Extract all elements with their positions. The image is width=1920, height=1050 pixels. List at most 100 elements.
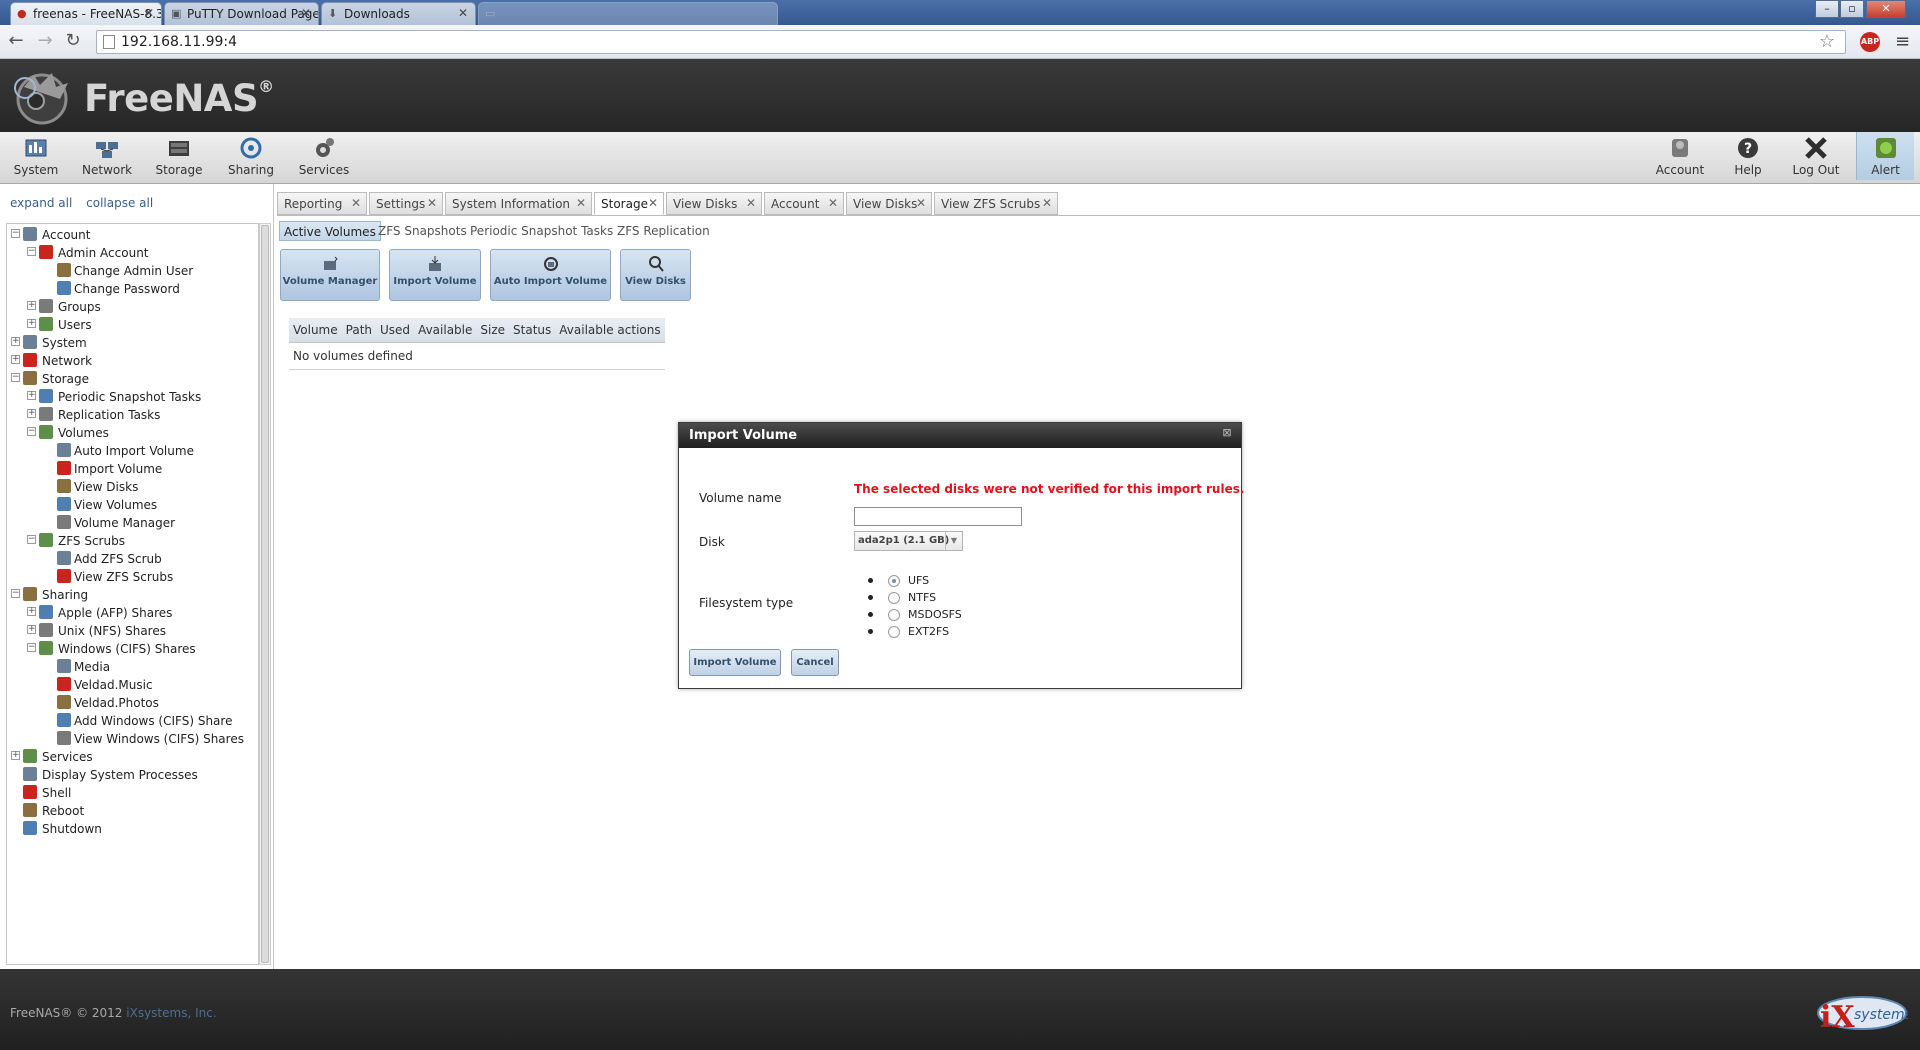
tree-item-label: View Volumes [74,498,158,512]
column-header-size[interactable]: Size [476,318,510,343]
toolbar-storage-button[interactable]: Storage [154,136,204,177]
sub-tab-periodic-snapshot-tasks[interactable]: Periodic Snapshot Tasks [466,221,617,241]
toolbar-label: Help [1734,163,1762,177]
minimize-button[interactable]: – [1815,0,1839,18]
window-close-button[interactable]: ✕ [1866,0,1906,18]
expand-icon[interactable]: + [11,355,20,364]
tree-node-icon [39,425,53,439]
toolbar-help-button[interactable]: ? Help [1726,136,1770,177]
volume-manager-button[interactable]: Volume Manager [280,249,380,301]
collapse-icon[interactable]: − [27,535,36,544]
main-tab-view-zfs-scrubs[interactable]: View ZFS Scrubs ✕ [934,192,1058,215]
main-tab-reporting[interactable]: Reporting ✕ [277,192,367,215]
expand-all-link[interactable]: expand all [10,196,72,210]
reload-icon[interactable]: ↻ [63,31,83,51]
expand-icon[interactable]: + [27,319,36,328]
toolbar-label: Sharing [227,163,275,177]
close-icon[interactable]: ✕ [351,196,361,210]
view-disks-button[interactable]: View Disks [620,249,691,301]
close-icon[interactable]: ✕ [301,6,311,20]
close-icon[interactable]: ✕ [828,196,838,210]
column-header-available-actions[interactable]: Available actions [555,318,665,343]
dialog-close-icon[interactable]: ⊠ [1221,427,1233,439]
browser-menu-icon[interactable]: ≡ [1895,31,1910,52]
disk-select[interactable]: ada2p1 (2.1 GB) ▼ [854,531,963,551]
auto-import-volume-button[interactable]: Auto Import Volume [490,249,611,301]
expand-icon[interactable]: + [11,337,20,346]
expand-icon[interactable]: + [27,625,36,634]
browser-tab-freenas[interactable]: ● freenas - FreeNAS-8.3.0-R ✕ [10,2,162,25]
close-icon[interactable]: ✕ [427,196,437,210]
close-icon[interactable]: ✕ [458,6,468,20]
column-header-available[interactable]: Available [414,318,477,343]
main-tab-view-disks[interactable]: View Disks ✕ [666,192,762,215]
toolbar-services-button[interactable]: Services [297,136,351,177]
toolbar-alert-button[interactable]: Alert [1856,132,1914,180]
expand-icon[interactable]: + [27,607,36,616]
tree-item-label: Change Password [74,282,180,296]
main-tab-view-disks[interactable]: View Disks ✕ [846,192,932,215]
close-icon[interactable]: ✕ [746,196,756,210]
toolbar-logout-button[interactable]: Log Out [1788,136,1844,177]
forward-arrow-icon[interactable]: → [35,31,55,51]
sub-tab-active-volumes[interactable]: Active Volumes [279,221,381,241]
tree-node-icon [39,245,53,259]
volume-name-input[interactable] [854,507,1022,526]
copyright-label: FreeNAS® © 2012 [10,1006,123,1020]
sub-tab-zfs-snapshots[interactable]: ZFS Snapshots [374,221,471,241]
browser-tab-downloads[interactable]: ⬇ Downloads ✕ [321,2,476,25]
column-header-status[interactable]: Status [509,318,556,343]
fs-radio[interactable] [888,592,900,604]
collapse-icon[interactable]: − [27,643,36,652]
column-header-path[interactable]: Path [341,318,377,343]
cancel-button[interactable]: Cancel [791,649,839,676]
expand-icon[interactable]: + [27,391,36,400]
collapse-icon[interactable]: − [11,373,20,382]
import-volume-button[interactable]: Import Volume [389,249,481,301]
toolbar-system-button[interactable]: System [12,136,60,177]
browser-tab-putty[interactable]: ▣ PuTTY Download Page ✕ [164,2,319,25]
expand-icon[interactable]: + [11,751,20,760]
toolbar-network-button[interactable]: Network [82,136,132,177]
browser-tab-title: PuTTY Download Page [187,7,319,21]
close-icon[interactable]: ✕ [916,196,926,210]
fs-radio[interactable] [888,609,900,621]
collapse-icon[interactable]: − [27,427,36,436]
fs-radio[interactable] [888,626,900,638]
collapse-all-link[interactable]: collapse all [86,196,153,210]
column-header-volume[interactable]: Volume [289,318,342,343]
collapse-icon[interactable]: − [11,229,20,238]
sub-tab-zfs-replication[interactable]: ZFS Replication [613,221,714,241]
adblock-icon[interactable]: ABP [1860,32,1880,52]
browser-tab-other[interactable]: ▭ [478,2,778,25]
tree-scrollbar[interactable] [259,223,271,965]
import-volume-submit-button[interactable]: Import Volume [689,649,781,676]
chevron-down-icon[interactable]: ▼ [945,532,962,550]
close-icon[interactable]: ✕ [576,196,586,210]
toolbar-label: Log Out [1792,163,1840,177]
main-tab-system-information[interactable]: System Information ✕ [445,192,592,215]
toolbar-sharing-button[interactable]: Sharing [226,136,276,177]
collapse-icon[interactable]: − [27,247,36,256]
tree-item-label: Shutdown [42,822,102,836]
main-tab-settings[interactable]: Settings ✕ [369,192,443,215]
main-tab-account[interactable]: Account ✕ [764,192,844,215]
url-input[interactable]: 192.168.11.99:4 ☆ [96,30,1846,54]
scrollbar-thumb[interactable] [261,225,269,963]
close-icon[interactable]: ✕ [144,6,154,20]
bookmark-star-icon[interactable]: ☆ [1819,31,1835,52]
tab-label: Storage [601,197,648,211]
tree-node-icon [57,695,71,709]
close-icon[interactable]: ✕ [1042,196,1052,210]
expand-icon[interactable]: + [27,301,36,310]
column-header-used[interactable]: Used [376,318,415,343]
close-icon[interactable]: ✕ [648,196,658,210]
expand-icon[interactable]: + [27,409,36,418]
fs-radio[interactable] [888,575,900,587]
back-arrow-icon[interactable]: ← [6,31,26,51]
main-tab-storage[interactable]: Storage ✕ [594,192,664,215]
maximize-button[interactable]: ▫ [1840,0,1864,18]
collapse-icon[interactable]: − [11,589,20,598]
company-link[interactable]: iXsystems, Inc. [126,1006,216,1020]
toolbar-account-button[interactable]: Account [1654,136,1706,177]
